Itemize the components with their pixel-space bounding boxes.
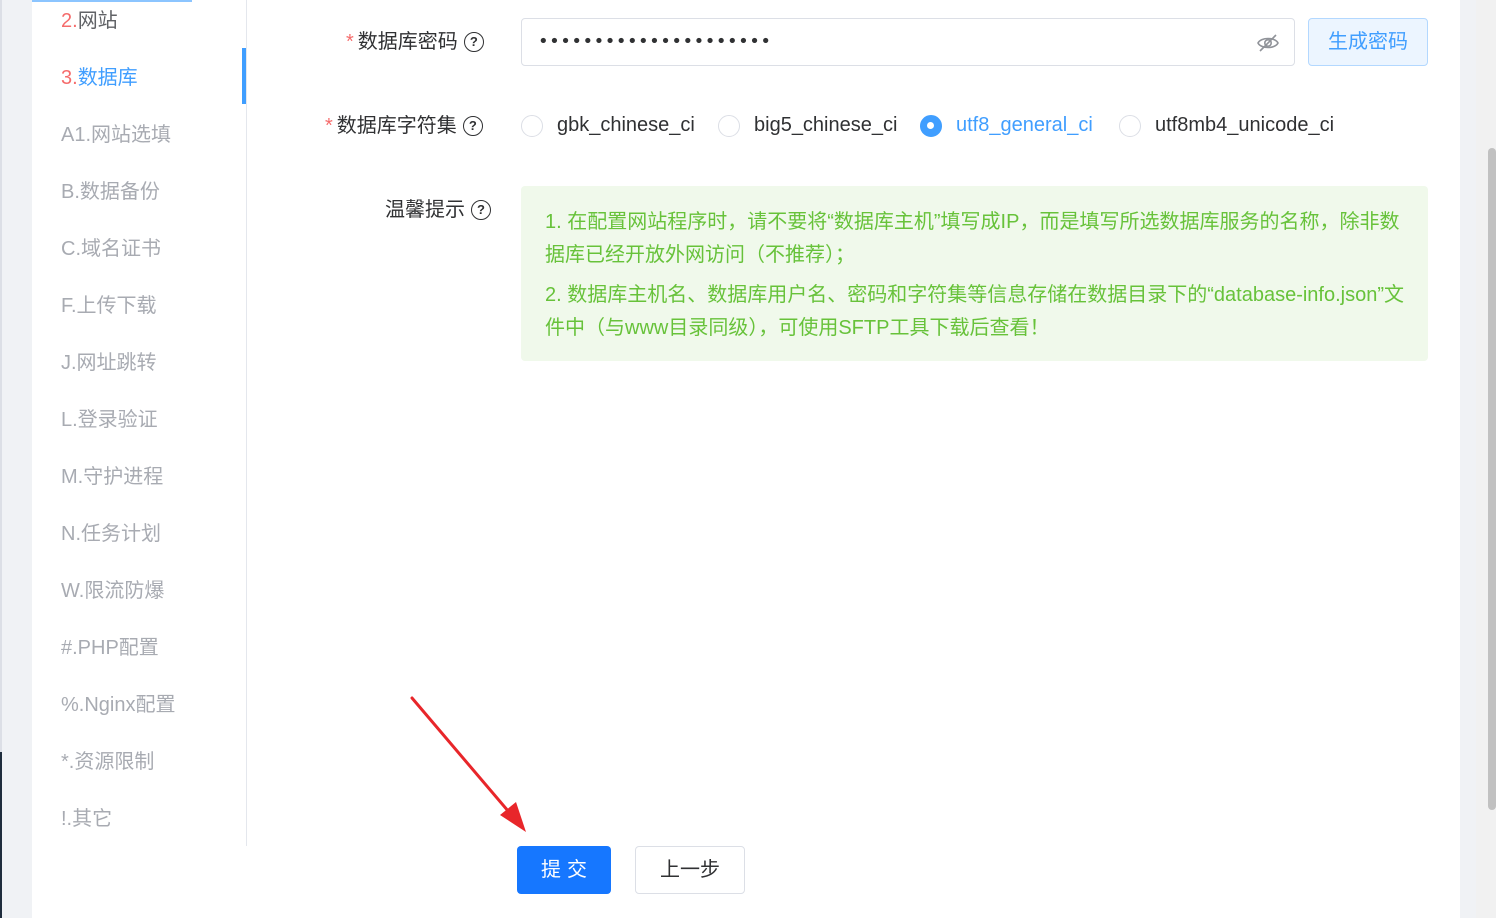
sidebar-item-php-config[interactable]: #.PHP配置 <box>61 636 159 660</box>
sidebar-item-login-auth[interactable]: L.登录验证 <box>61 408 158 432</box>
sidebar-item-domain-cert[interactable]: C.域名证书 <box>61 237 161 261</box>
radio-utf8mb4-unicode-ci[interactable]: utf8mb4_unicode_ci <box>1119 114 1334 137</box>
radio-big5-chinese-ci[interactable]: big5_chinese_ci <box>718 114 897 137</box>
steps-sidebar: 2.网站 3.数据库 A1.网站选填 B.数据备份 C.域名证书 F.上传下载 … <box>32 0 247 846</box>
sidebar-active-indicator <box>242 48 246 104</box>
sidebar-item-daemon[interactable]: M.守护进程 <box>61 465 163 489</box>
radio-gbk-chinese-ci[interactable]: gbk_chinese_ci <box>521 114 695 137</box>
help-icon[interactable]: ? <box>471 200 491 220</box>
sidebar-item-data-backup[interactable]: B.数据备份 <box>61 180 160 204</box>
sidebar-item-resource-limit[interactable]: *.资源限制 <box>61 750 154 774</box>
radio-circle[interactable] <box>521 114 543 137</box>
tip-label: 温馨提示 ? <box>385 198 491 222</box>
radio-circle-checked[interactable] <box>920 114 942 137</box>
password-value: ••••••••••••••••••••• <box>538 31 772 52</box>
radio-circle[interactable] <box>1119 114 1141 137</box>
radio-circle[interactable] <box>718 114 740 137</box>
help-icon[interactable]: ? <box>463 32 484 52</box>
help-icon[interactable]: ? <box>462 116 483 136</box>
database-password-input[interactable]: ••••••••••••••••••••• <box>521 18 1295 66</box>
sidebar-item-database[interactable]: 3.数据库 <box>61 66 138 90</box>
tip-line-2: 2. 数据库主机名、数据库用户名、密码和字符集等信息存储在数据目录下的“data… <box>545 284 1405 339</box>
generate-password-button[interactable]: 生成密码 <box>1308 18 1428 66</box>
sidebar-item-other[interactable]: !.其它 <box>61 807 112 831</box>
sidebar-item-nginx-config[interactable]: %.Nginx配置 <box>61 693 175 717</box>
window-left-edge-dark <box>0 752 2 918</box>
password-label: * 数据库密码 ? <box>346 30 484 54</box>
scrollbar-thumb[interactable] <box>1488 148 1496 810</box>
sidebar-item-cron[interactable]: N.任务计划 <box>61 522 161 546</box>
radio-utf8-general-ci[interactable]: utf8_general_ci <box>920 114 1093 137</box>
sidebar-item-url-redirect[interactable]: J.网址跳转 <box>61 351 157 375</box>
charset-label: * 数据库字符集 ? <box>325 114 483 138</box>
sidebar-item-website[interactable]: 2.网站 <box>61 9 118 33</box>
eye-off-icon[interactable] <box>1256 32 1280 54</box>
sidebar-item-rate-limit[interactable]: W.限流防爆 <box>61 579 164 603</box>
submit-button[interactable]: 提交 <box>517 846 611 894</box>
tip-line-1: 1. 在配置网站程序时，请不要将“数据库主机”填写成IP，而是填写所选数据库服务… <box>545 211 1400 266</box>
tip-box: 1. 在配置网站程序时，请不要将“数据库主机”填写成IP，而是填写所选数据库服务… <box>521 186 1428 361</box>
sidebar-item-upload-download[interactable]: F.上传下载 <box>61 294 157 318</box>
previous-step-button[interactable]: 上一步 <box>635 846 745 894</box>
sidebar-item-website-optional[interactable]: A1.网站选填 <box>61 123 171 147</box>
